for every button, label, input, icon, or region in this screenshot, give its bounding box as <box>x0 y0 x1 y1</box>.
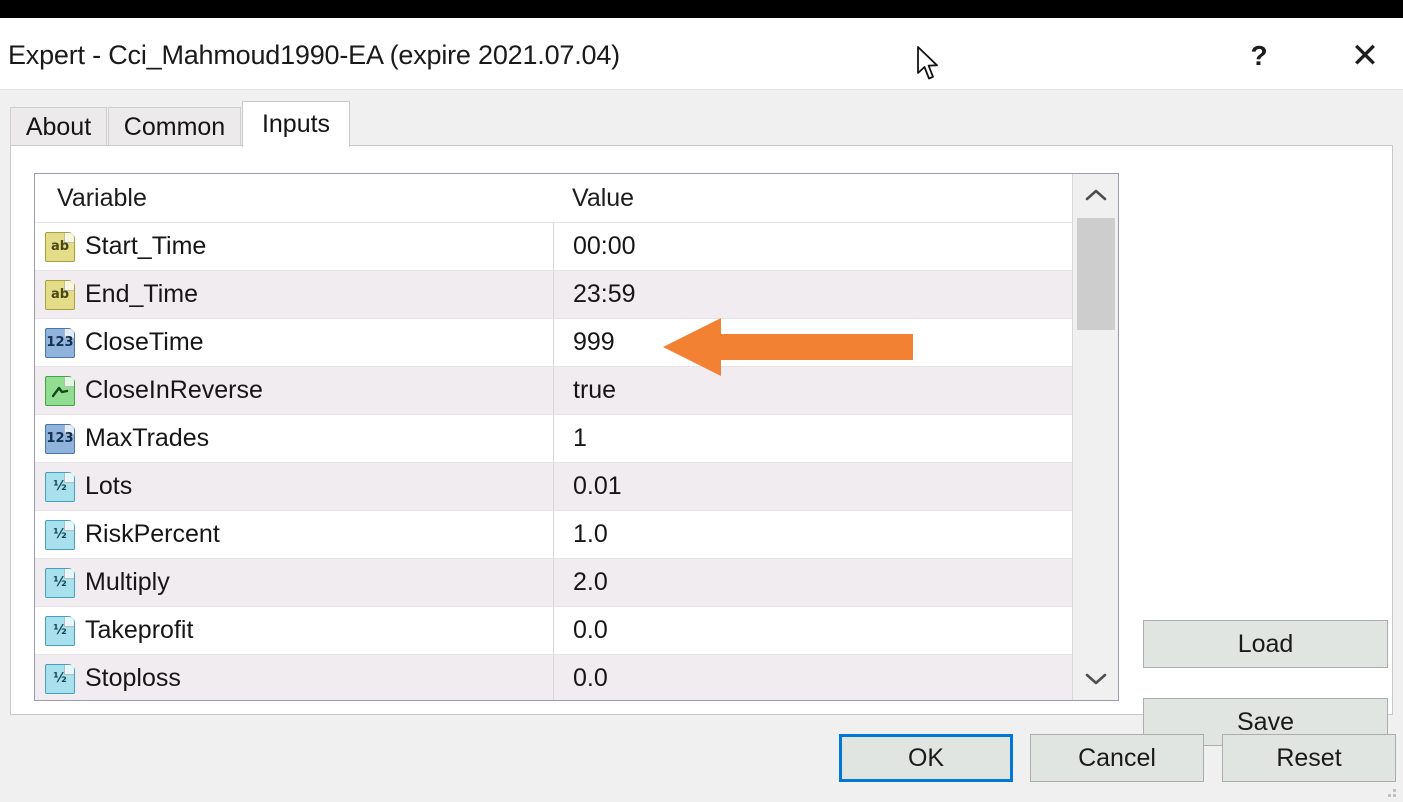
variable-cell: ½ Takeprofit <box>35 616 553 646</box>
variable-name: CloseTime <box>85 328 204 357</box>
inputs-list-inner: Variable Value ab Start_Time 00:00 ab End_Ti… <box>35 174 1072 700</box>
dialog-body: About Common Inputs Variable Value ab Sta… <box>0 90 1403 802</box>
value-cell[interactable]: 23:59 <box>553 271 1072 318</box>
table-row[interactable]: ½ Lots 0.01 <box>35 462 1072 510</box>
variable-name: MaxTrades <box>85 424 209 453</box>
variable-cell: ½ RiskPercent <box>35 520 553 550</box>
window-title: Expert - Cci_Mahmoud1990-EA (expire 2021… <box>8 40 620 71</box>
chevron-up-icon <box>1085 188 1107 202</box>
resize-grip-icon[interactable] <box>1382 783 1398 799</box>
value-cell[interactable]: 999 <box>553 319 1072 366</box>
value-cell[interactable]: 0.01 <box>553 463 1072 510</box>
variable-name: CloseInReverse <box>85 376 263 405</box>
variable-cell: ab Start_Time <box>35 232 553 262</box>
value-cell[interactable]: true <box>553 367 1072 414</box>
value-cell[interactable]: 0.0 <box>553 607 1072 654</box>
bool-type-icon <box>45 376 75 406</box>
variable-name: End_Time <box>85 280 198 309</box>
tab-inputs[interactable]: Inputs <box>242 101 350 147</box>
table-row[interactable]: ab Start_Time 00:00 <box>35 222 1072 270</box>
table-rows: ab Start_Time 00:00 ab End_Time 23:59 123 Close… <box>35 222 1072 701</box>
table-row[interactable]: 123 MaxTrades 1 <box>35 414 1072 462</box>
help-button[interactable]: ? <box>1232 32 1286 80</box>
top-black-strip <box>0 0 1403 18</box>
table-row[interactable]: ½ Takeprofit 0.0 <box>35 606 1072 654</box>
variable-name: Lots <box>85 472 132 501</box>
table-row[interactable]: ab End_Time 23:59 <box>35 270 1072 318</box>
variable-cell: CloseInReverse <box>35 376 553 406</box>
double-type-icon: ½ <box>45 616 75 646</box>
table-row[interactable]: ½ Stoploss 0.0 <box>35 654 1072 701</box>
double-type-icon: ½ <box>45 568 75 598</box>
load-button[interactable]: Load <box>1143 620 1388 668</box>
double-type-icon: ½ <box>45 472 75 502</box>
double-type-icon: ½ <box>45 664 75 694</box>
table-row[interactable]: ½ RiskPercent 1.0 <box>35 510 1072 558</box>
string-type-icon: ab <box>45 232 75 262</box>
value-cell[interactable]: 2.0 <box>553 559 1072 606</box>
tab-strip: About Common Inputs <box>10 101 1393 146</box>
inputs-tab-panel: Variable Value ab Start_Time 00:00 ab End_Ti… <box>10 145 1393 715</box>
variable-cell: ½ Lots <box>35 472 553 502</box>
scroll-down-icon[interactable] <box>1073 658 1119 700</box>
variable-cell: 123 CloseTime <box>35 328 553 358</box>
value-cell[interactable]: 1 <box>553 415 1072 462</box>
variable-cell: ab End_Time <box>35 280 553 310</box>
table-row[interactable]: 123 CloseTime 999 <box>35 318 1072 366</box>
vertical-scrollbar[interactable] <box>1072 174 1118 700</box>
double-type-icon: ½ <box>45 520 75 550</box>
reset-button[interactable]: Reset <box>1222 734 1396 782</box>
scrollbar-thumb[interactable] <box>1077 218 1115 330</box>
mouse-cursor-icon <box>916 46 942 82</box>
variable-cell: ½ Stoploss <box>35 664 553 694</box>
table-row[interactable]: CloseInReverse true <box>35 366 1072 414</box>
value-cell[interactable]: 00:00 <box>553 223 1072 270</box>
column-header-value[interactable]: Value <box>553 184 634 213</box>
int-type-icon: 123 <box>45 328 75 358</box>
variable-name: Start_Time <box>85 232 206 261</box>
close-button[interactable]: ✕ <box>1338 32 1392 80</box>
value-cell[interactable]: 1.0 <box>553 511 1072 558</box>
column-header-variable[interactable]: Variable <box>35 184 553 213</box>
tab-common[interactable]: Common <box>108 107 241 146</box>
variable-name: Multiply <box>85 568 170 597</box>
table-header-row: Variable Value <box>35 174 1072 222</box>
cancel-button[interactable]: Cancel <box>1030 734 1204 782</box>
variable-name: RiskPercent <box>85 520 220 549</box>
string-type-icon: ab <box>45 280 75 310</box>
variable-cell: 123 MaxTrades <box>35 424 553 454</box>
variable-name: Takeprofit <box>85 616 193 645</box>
tab-about[interactable]: About <box>10 107 107 146</box>
inputs-list[interactable]: Variable Value ab Start_Time 00:00 ab End_Ti… <box>34 173 1119 701</box>
variable-cell: ½ Multiply <box>35 568 553 598</box>
table-row[interactable]: ½ Multiply 2.0 <box>35 558 1072 606</box>
chevron-down-icon <box>1085 672 1107 686</box>
scroll-up-icon[interactable] <box>1073 174 1119 216</box>
expert-properties-dialog: Expert - Cci_Mahmoud1990-EA (expire 2021… <box>0 0 1403 802</box>
int-type-icon: 123 <box>45 424 75 454</box>
ok-button[interactable]: OK <box>839 734 1013 782</box>
value-cell[interactable]: 0.0 <box>553 655 1072 701</box>
title-bar: Expert - Cci_Mahmoud1990-EA (expire 2021… <box>0 18 1403 90</box>
variable-name: Stoploss <box>85 664 181 693</box>
